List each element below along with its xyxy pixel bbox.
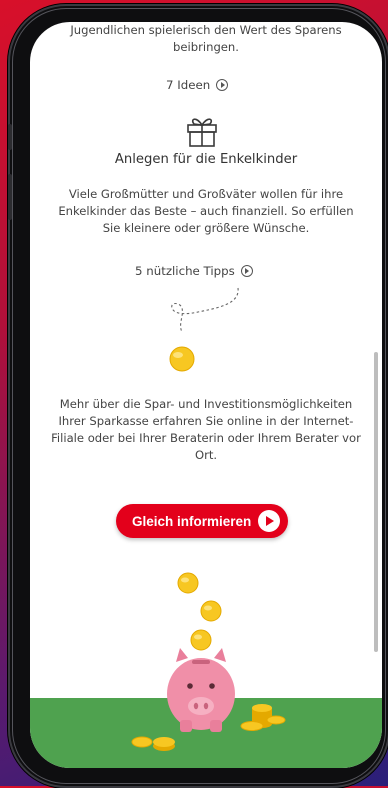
tips-link-label: 5 nützliche Tipps [135, 264, 235, 278]
screen: Jugendlichen spielerisch den Wert des Sp… [30, 22, 382, 768]
ideas-link-label: 7 Ideen [166, 78, 211, 92]
cta-button-label: Gleich informieren [132, 513, 252, 529]
side-button [8, 124, 12, 150]
intro-text: Jugendlichen spielerisch den Wert des Sp… [70, 23, 342, 54]
ideas-link[interactable]: 7 Ideen [166, 78, 229, 92]
section-heading: Anlegen für die Enkelkinder [114, 152, 298, 167]
coin-icon [266, 715, 286, 725]
coin-icon [200, 600, 222, 622]
coin-icon [153, 737, 175, 751]
coin-icon [240, 721, 264, 731]
piggy-bank-icon [167, 648, 235, 732]
gift-icon [187, 118, 217, 147]
piggy-bank-illustration [131, 572, 286, 751]
coin-path-illustration [169, 287, 239, 372]
coin-icon [177, 572, 199, 594]
section-text: Viele Großmütter und Großväter wollen fü… [58, 187, 354, 235]
scrollbar[interactable] [374, 352, 378, 652]
coin-icon [169, 346, 195, 372]
play-icon [258, 510, 280, 532]
coin-icon [131, 736, 153, 748]
info-text: Mehr über die Spar- und Investitionsmögl… [51, 397, 361, 462]
tips-link[interactable]: 5 nützliche Tipps [135, 264, 253, 278]
phone-frame: Jugendlichen spielerisch den Wert des Sp… [8, 4, 388, 788]
cta-button[interactable]: Gleich informieren [116, 504, 288, 538]
coin-icon [190, 629, 212, 651]
side-button [8, 174, 12, 220]
play-icon [240, 265, 253, 277]
play-icon [216, 79, 229, 91]
